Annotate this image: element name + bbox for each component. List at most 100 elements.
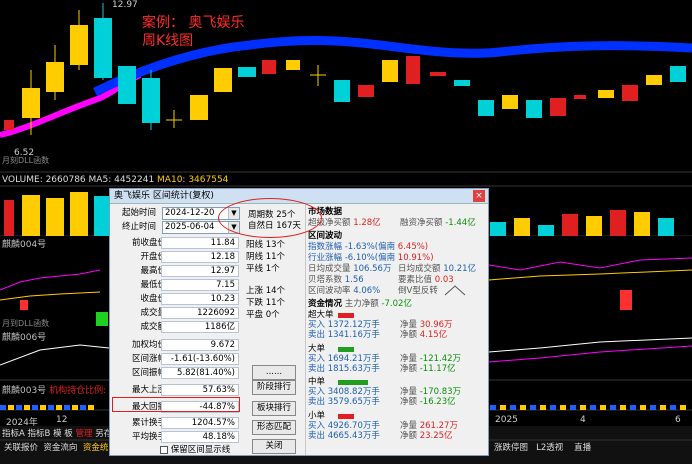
- bottom-right-tabs: 涨跌停图 L2透视 直播: [494, 441, 591, 455]
- rise-count: 上涨 14个: [246, 286, 286, 296]
- panel-label-1: 麒麟004号: [2, 240, 47, 250]
- stat-value: 12.97: [161, 265, 239, 277]
- inverted-v-icon: [444, 285, 466, 296]
- tab-fund-flow[interactable]: 资金流向: [43, 443, 77, 453]
- stat-row: 收盘价 10.23: [110, 293, 250, 305]
- stat-label: 开盘价: [140, 252, 166, 262]
- fund-sell: 卖出 1815.63万手: [308, 364, 380, 374]
- annotation-line-2: 周K线图: [142, 33, 194, 49]
- stat-row: 最低价 7.15: [110, 279, 250, 291]
- candles: [4, 3, 686, 135]
- tab-ban[interactable]: 板: [64, 429, 73, 439]
- fund-amount: 净额 23.25亿: [400, 431, 453, 441]
- range-title: 区间波动: [308, 231, 343, 241]
- tab-manage[interactable]: 管理: [76, 429, 93, 439]
- stat-row: 最大上涨 57.63%: [110, 384, 250, 396]
- fund-group-bar: [338, 380, 368, 385]
- fund-amount: 净额 4.15亿: [400, 330, 448, 340]
- fund-amount: 净额 -11.17亿: [400, 364, 456, 374]
- highlight-max-drawdown: [112, 397, 240, 412]
- stat-label: 加权均价: [131, 340, 166, 350]
- fund-title-row: 资金情况 主力净额 -7.02亿: [308, 299, 412, 309]
- beta-row: 贝塔系数 1.56: [308, 275, 364, 285]
- close-button[interactable]: 关闭: [252, 439, 296, 454]
- axis-12: 12: [56, 415, 68, 425]
- stat-row: 前收盘价 11.84: [110, 237, 250, 249]
- stat-row: 区间振幅 5.82(81.40%): [110, 367, 250, 379]
- axis-2025: 2025: [495, 415, 518, 425]
- stat-row: 平均换手 48.18%: [110, 431, 250, 443]
- tab-limit-chart[interactable]: 涨跌停图: [494, 443, 528, 453]
- tab-mo[interactable]: 模: [53, 429, 62, 439]
- tab-live[interactable]: 直播: [574, 443, 591, 453]
- fund-sell: 卖出 4665.43万手: [308, 431, 380, 441]
- stat-label: 收盘价: [140, 294, 166, 304]
- avg-amount-row: 日均成交额 10.21亿: [398, 264, 477, 274]
- fund-group-bar: [338, 347, 354, 352]
- stat-label: 平均换手: [131, 432, 166, 442]
- start-time-label: 起始时间: [121, 208, 156, 218]
- fall-count: 下跌 11个: [246, 298, 286, 308]
- tab-fund-stats[interactable]: 资金统: [83, 443, 109, 453]
- stat-value: 12.18: [161, 251, 239, 263]
- stat-label: 最低价: [140, 280, 166, 290]
- stat-label: 最高价: [140, 266, 166, 276]
- divider: [305, 205, 306, 455]
- stat-row: 开盘价 12.18: [110, 251, 250, 263]
- close-icon[interactable]: ×: [473, 190, 485, 202]
- axis-4: 4: [580, 415, 586, 425]
- avg-volume-row: 日均成交量 106.56万: [308, 264, 392, 274]
- shape-match-button[interactable]: 形态匹配: [252, 420, 296, 435]
- fin-buy-row: 融资净买额 -1.44亿: [400, 218, 476, 228]
- stat-label: 累计换手: [131, 418, 166, 428]
- stat-label: 前收盘价: [131, 238, 166, 248]
- stat-label: 成交量: [140, 308, 166, 318]
- tab-l2[interactable]: L2透视: [536, 443, 563, 453]
- fund-group-bar: [338, 414, 354, 419]
- end-time-label: 终止时间: [121, 222, 156, 232]
- more-button[interactable]: ......: [252, 365, 296, 380]
- yang-count: 阳线 13个: [246, 240, 286, 250]
- stat-label: 区间涨幅: [131, 354, 166, 364]
- stat-value: 1186亿: [161, 321, 239, 333]
- volatility-row: 区间波动率 4.06%: [308, 286, 381, 296]
- stat-label: 区间振幅: [131, 368, 166, 378]
- stat-label: 成交额: [140, 322, 166, 332]
- stat-value: 1226092: [161, 307, 239, 319]
- bottom-toolbar-2: 关联报价 资金流向 资金统: [4, 441, 108, 455]
- stat-row: 累计换手 1204.57%: [110, 417, 250, 429]
- fund-sell: 卖出 3579.65万手: [308, 397, 380, 407]
- industry-up-row: 行业涨幅 -6.10%(偏南 10.91%): [308, 253, 434, 263]
- stat-row: 最高价 12.97: [110, 265, 250, 277]
- index-up-row: 指数涨幅 -1.63%(偏南 6.45%): [308, 242, 429, 252]
- fund-group-bar: [338, 313, 354, 318]
- annotation-line-1: 案例： 奥飞娱乐: [142, 15, 245, 31]
- stat-value: 9.672: [161, 339, 239, 351]
- stat-row: 加权均价 9.672: [110, 339, 250, 351]
- shape-row: 倒V型反转: [398, 286, 438, 296]
- highlight-period-ellipse: [218, 198, 322, 238]
- fund-sell: 卖出 1341.16万手: [308, 330, 380, 340]
- stat-row: 区间涨幅 -1.61(-13.60%): [110, 353, 250, 365]
- stat-row: 成交额 1186亿: [110, 321, 250, 333]
- bottom-toolbar-1: 指标A 指标B 模 板 管理 另存为: [2, 427, 121, 441]
- stat-value: 5.82(81.40%): [161, 367, 239, 379]
- tab-indicator-a[interactable]: 指标A: [2, 429, 25, 439]
- stat-value: 57.63%: [161, 384, 239, 396]
- flat-count: 平线 1个: [246, 264, 280, 274]
- tab-related-quote[interactable]: 关联报价: [4, 443, 38, 453]
- stat-label: 最大上涨: [131, 385, 166, 395]
- tab-indicator-b[interactable]: 指标B: [28, 429, 51, 439]
- high-price-label: 12.97: [112, 0, 138, 10]
- panel-label-4: 麒麟003号 机构持仓比例: 39: [2, 386, 121, 396]
- stat-value: 1204.57%: [161, 417, 239, 429]
- phase-rank-button[interactable]: 阶段排行: [252, 380, 296, 395]
- level-count: 平盘 0个: [246, 310, 280, 320]
- panel-label-3: 月到DLL函数: [2, 319, 50, 328]
- checkbox-icon[interactable]: [160, 445, 168, 454]
- panel-label-2: 麒麟006号: [2, 333, 47, 343]
- fund-amount: 净额 -16.23亿: [400, 397, 456, 407]
- volume-info: VOLUME: 2660786 MA5: 4452241 MA10: 34675…: [2, 175, 229, 185]
- axis-6: 6: [675, 415, 681, 425]
- block-rank-button[interactable]: 板块排行: [252, 401, 296, 416]
